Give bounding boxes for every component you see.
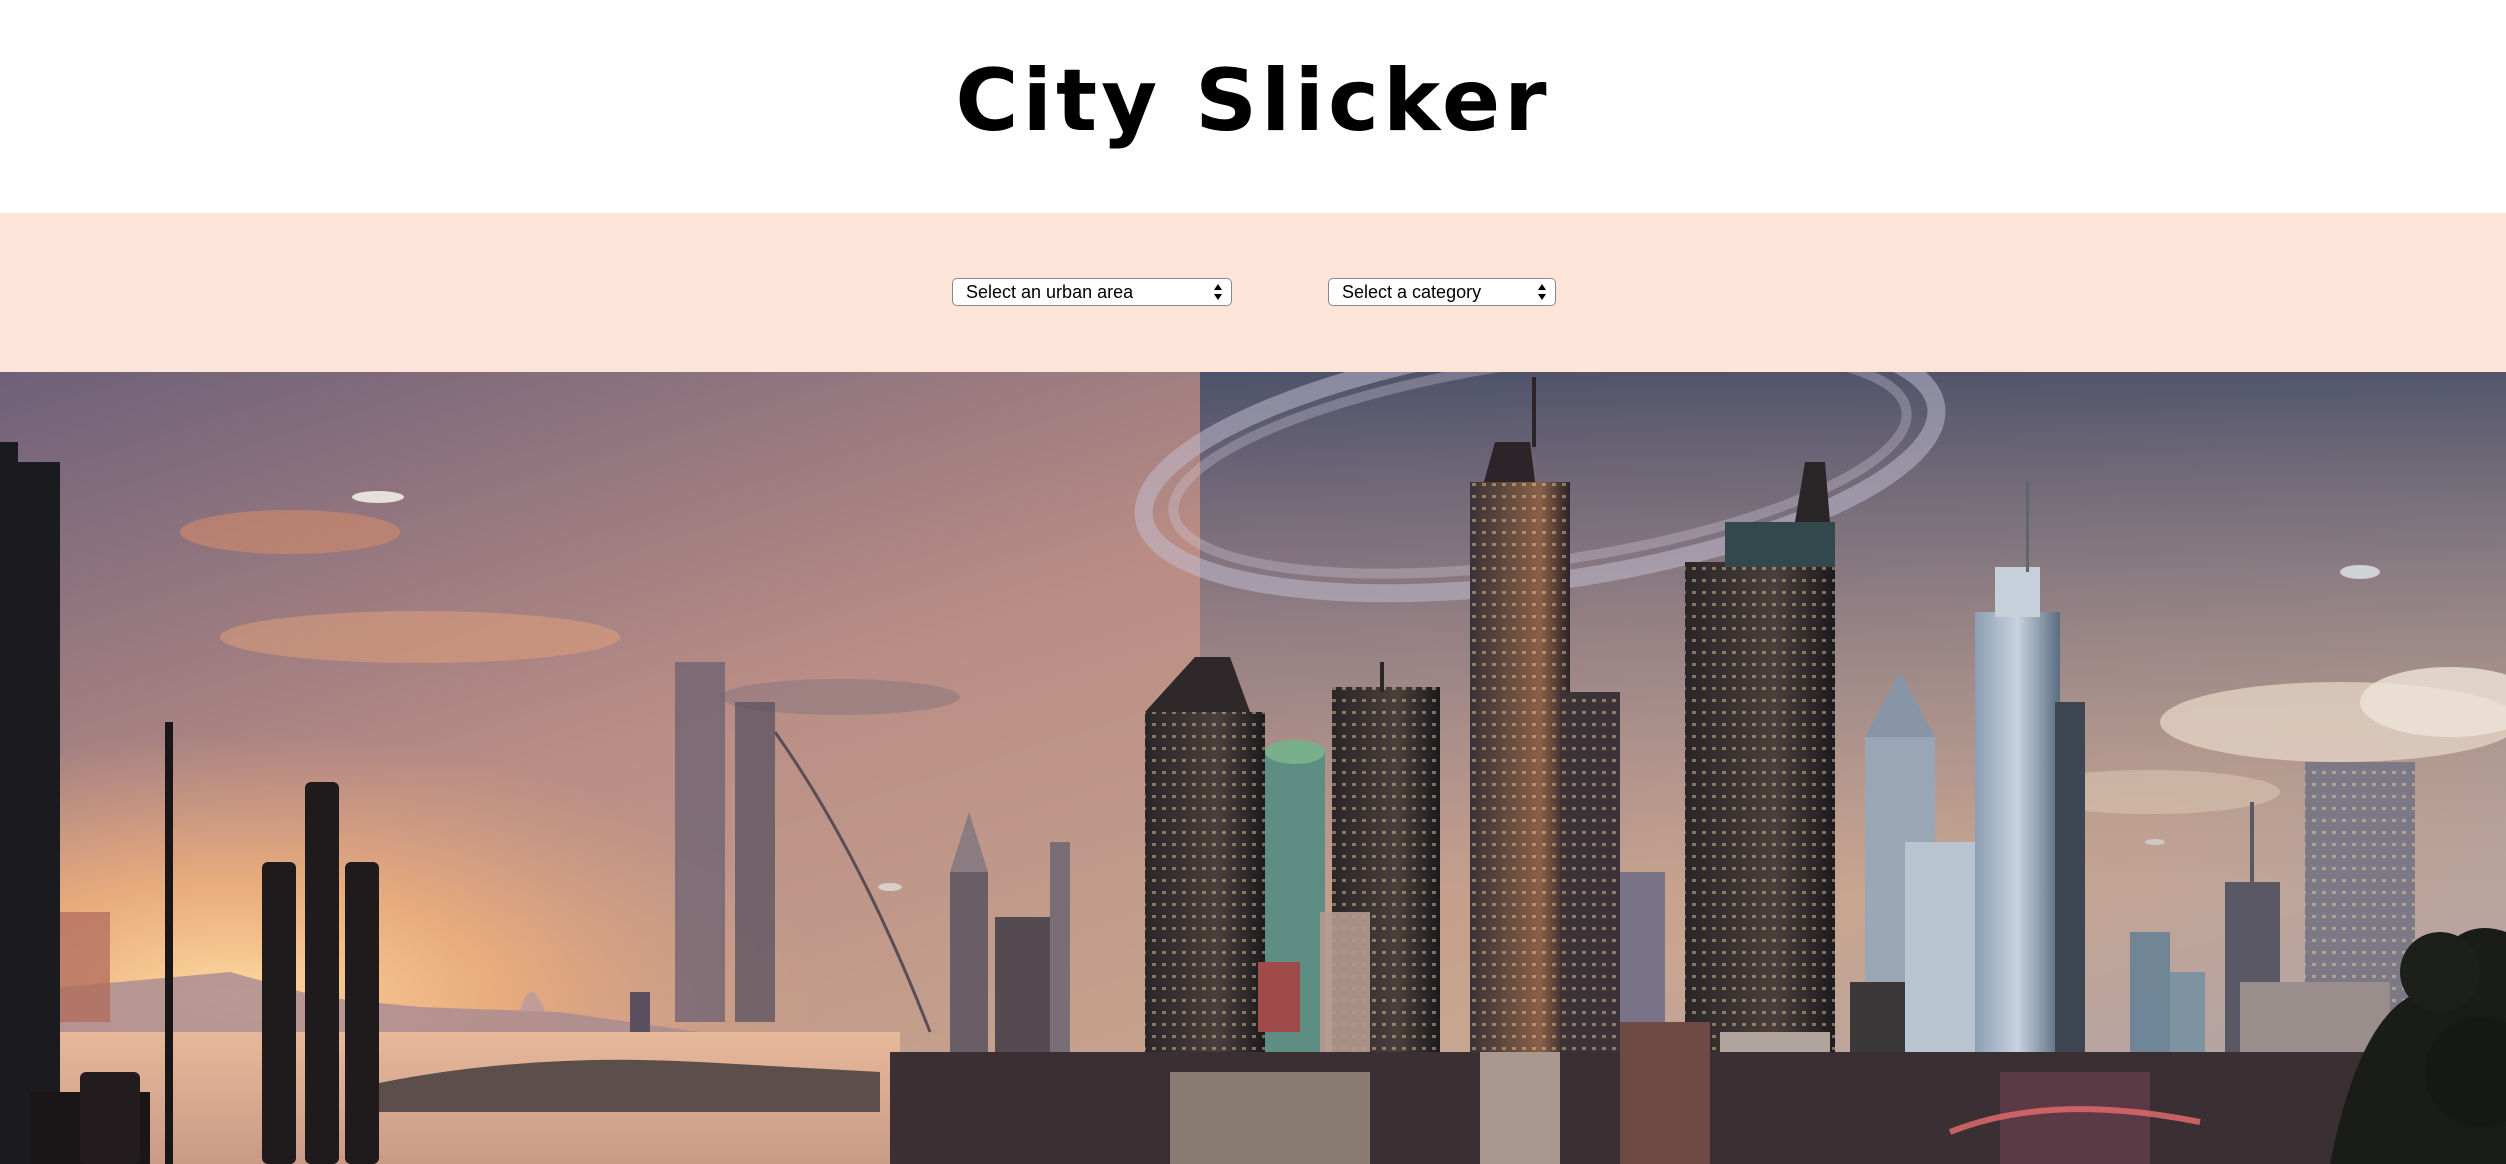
city-skyline-illustration bbox=[0, 372, 2506, 1164]
filter-bar: Select an urban area Select a category bbox=[0, 213, 2506, 372]
urban-area-select[interactable]: Select an urban area bbox=[953, 279, 1231, 305]
category-select[interactable]: Select a category bbox=[1329, 279, 1555, 305]
hero-city-skyline-image bbox=[0, 372, 2506, 1164]
urban-area-select-wrapper: Select an urban area bbox=[952, 278, 1232, 306]
site-header: City Slicker bbox=[0, 0, 2506, 213]
category-select-wrapper: Select a category bbox=[1328, 278, 1556, 306]
site-title: City Slicker bbox=[955, 51, 1551, 151]
